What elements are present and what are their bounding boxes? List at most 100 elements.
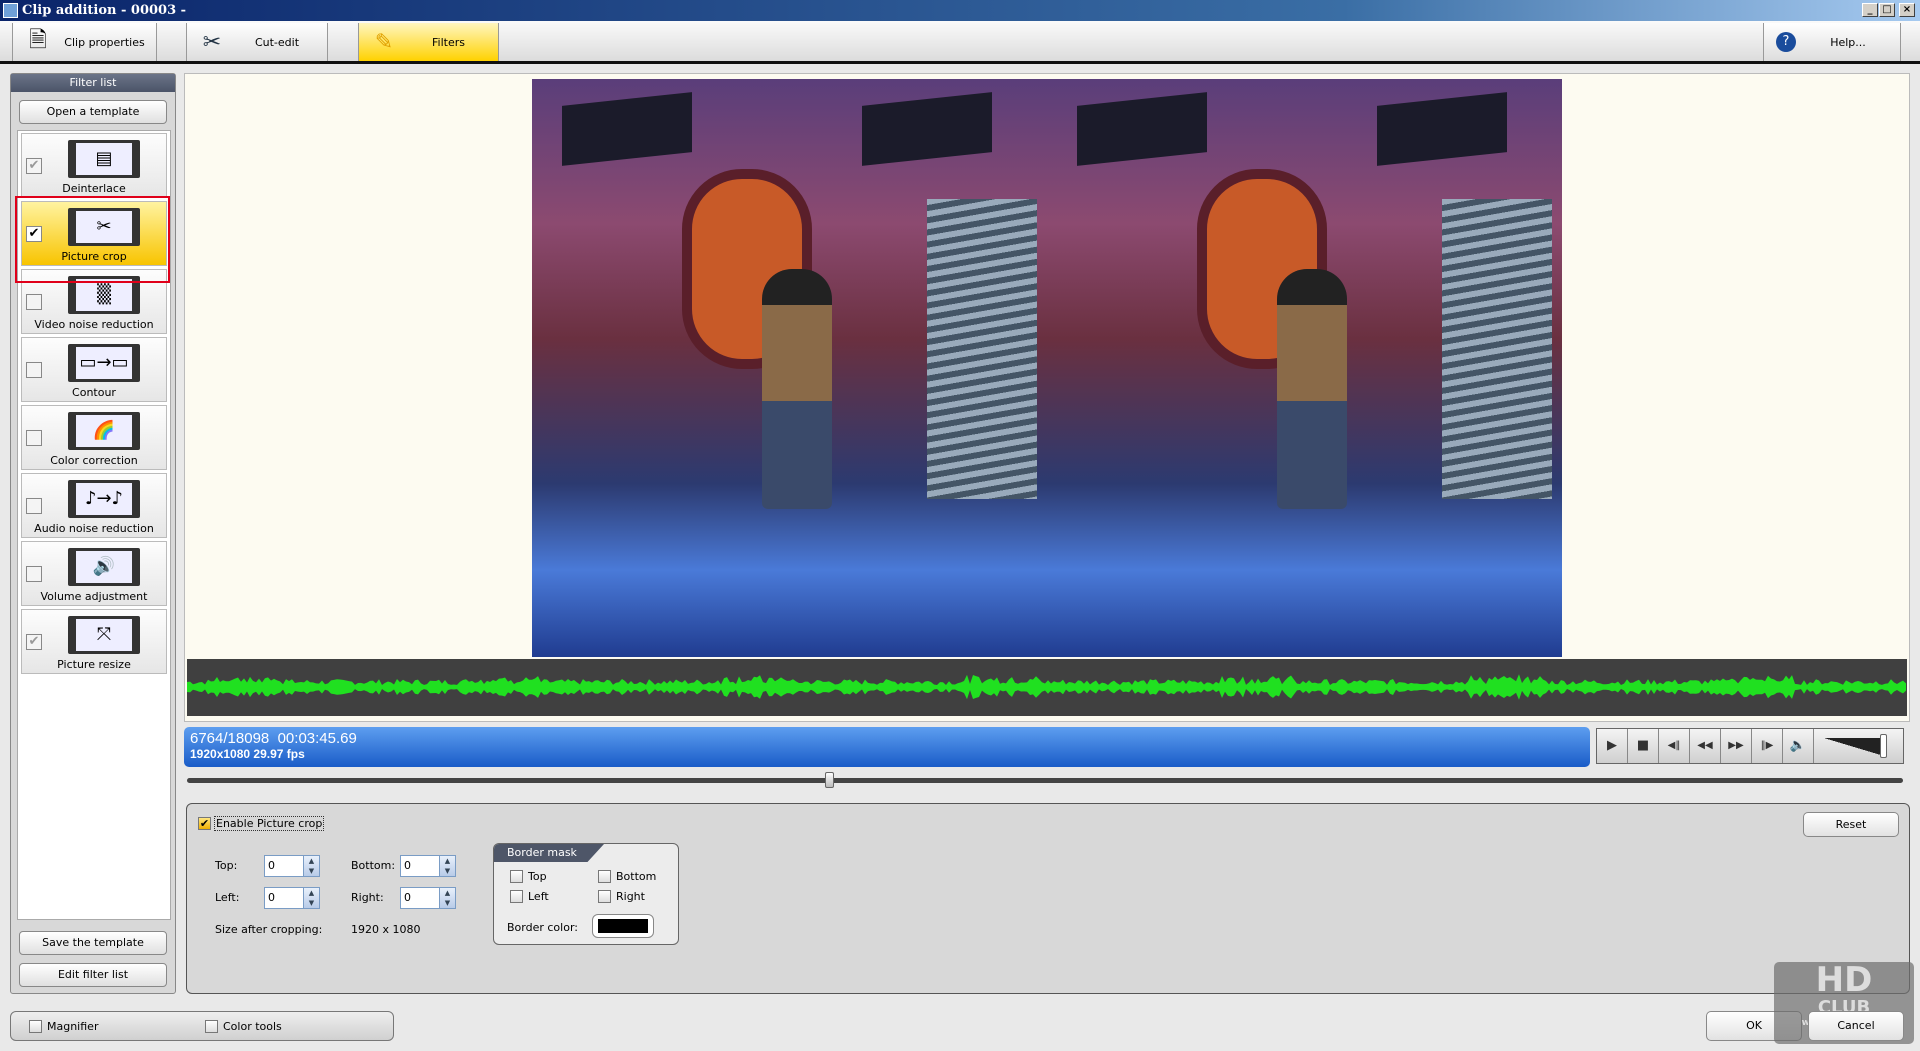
filter-icon: ✎ [374, 29, 394, 55]
seek-bar[interactable] [187, 778, 1903, 783]
right-spinner[interactable]: ▲ ▼ [439, 888, 455, 908]
border-mask-group: Border mask Top Bottom Left Right Border… [493, 843, 679, 945]
filter-item[interactable]: ✔ ▤ Deinterlace [21, 133, 167, 198]
filter-glyph: ⤧ [76, 619, 132, 651]
border-color-swatch [598, 919, 648, 933]
close-button[interactable]: × [1899, 3, 1915, 17]
enable-crop-checkbox[interactable]: ✔ [198, 817, 211, 830]
mute-button[interactable]: 🔈 [1783, 729, 1814, 763]
app-icon [3, 3, 18, 18]
audio-waveform [187, 659, 1907, 716]
maximize-button[interactable]: □ [1879, 3, 1895, 17]
filter-item[interactable]: ♪→♪ Audio noise reduction [21, 473, 167, 538]
filter-checkbox[interactable] [26, 294, 42, 310]
tab-cut-edit[interactable]: ✂ Cut-edit [186, 23, 328, 61]
mask-bottom-label: Bottom [616, 870, 657, 883]
save-template-button[interactable]: Save the template [19, 931, 167, 955]
border-mask-title: Border mask [494, 844, 604, 862]
filter-glyph: 🌈 [76, 415, 132, 447]
filter-glyph: 🔊 [76, 551, 132, 583]
play-button[interactable]: ▶ [1597, 729, 1628, 763]
filter-checkbox[interactable] [26, 498, 42, 514]
window-title: Clip addition - 00003 - [22, 3, 187, 18]
mask-left-checkbox[interactable] [510, 890, 523, 903]
size-after-cropping-label: Size after cropping: [215, 923, 323, 936]
rewind-button[interactable]: ◀◀ [1690, 729, 1721, 763]
right-input[interactable]: 0 ▲ ▼ [400, 887, 456, 909]
filter-name: Audio noise reduction [34, 522, 154, 535]
filter-icon: ▭→▭ [68, 344, 140, 382]
filter-checkbox[interactable] [26, 362, 42, 378]
border-color-label: Border color: [507, 921, 578, 934]
top-label: Top: [215, 859, 238, 872]
mask-top-label: Top [528, 870, 547, 883]
help-button[interactable]: ? Help... [1763, 23, 1901, 61]
filter-item[interactable]: 🔊 Volume adjustment [21, 541, 167, 606]
open-template-button[interactable]: Open a template [19, 100, 167, 124]
magnifier-checkbox[interactable] [29, 1020, 42, 1033]
tab-clip-properties[interactable]: 🗎 Clip properties [12, 23, 157, 61]
fast-forward-button[interactable]: ▶▶ [1721, 729, 1752, 763]
filter-name: Picture resize [57, 658, 131, 671]
top-spinner[interactable]: ▲ ▼ [303, 856, 319, 876]
bottom-tools-bar: Magnifier Color tools [10, 1011, 394, 1041]
next-frame-button[interactable]: ‖▶ [1752, 729, 1783, 763]
border-color-button[interactable] [592, 914, 654, 938]
right-label: Right: [351, 891, 384, 904]
filter-icon: ⤧ [68, 616, 140, 654]
left-input[interactable]: 0 ▲ ▼ [264, 887, 320, 909]
reset-button[interactable]: Reset [1803, 812, 1899, 837]
cancel-button[interactable]: Cancel [1808, 1011, 1904, 1041]
filter-icon: 🔊 [68, 548, 140, 586]
bottom-input[interactable]: 0 ▲ ▼ [400, 855, 456, 877]
filter-glyph: ♪→♪ [76, 483, 132, 515]
filter-checkbox[interactable]: ✔ [26, 634, 42, 650]
filter-icon: 🌈 [68, 412, 140, 450]
video-frame-right [1047, 79, 1562, 657]
minimize-button[interactable]: _ [1862, 3, 1878, 17]
video-frame-left [532, 79, 1047, 657]
transport-controls: ▶ ■ ◀‖ ◀◀ ▶▶ ‖▶ 🔈 [1596, 728, 1904, 764]
volume-knob[interactable] [1880, 734, 1887, 758]
video-preview [184, 73, 1910, 722]
filter-item[interactable]: ✔ ⤧ Picture resize [21, 609, 167, 674]
mask-top-checkbox[interactable] [510, 870, 523, 883]
mask-right-label: Right [616, 890, 645, 903]
timecode: 00:03:45.69 [277, 730, 357, 747]
help-icon: ? [1776, 32, 1796, 52]
filter-glyph: ▭→▭ [76, 347, 132, 379]
filter-checkbox[interactable] [26, 566, 42, 582]
document-icon: 🗎 [29, 28, 47, 53]
filter-checkbox[interactable] [26, 430, 42, 446]
selection-highlight [15, 196, 170, 283]
size-after-cropping-value: 1920 x 1080 [351, 923, 421, 936]
left-label: Left: [215, 891, 240, 904]
filter-item[interactable]: ▭→▭ Contour [21, 337, 167, 402]
tab-filters[interactable]: ✎ Filters [358, 23, 499, 61]
mask-bottom-checkbox[interactable] [598, 870, 611, 883]
filter-item[interactable]: 🌈 Color correction [21, 405, 167, 470]
previous-frame-button[interactable]: ◀‖ [1659, 729, 1690, 763]
frame-counter: 6764/18098 [190, 730, 270, 747]
waveform-trace [187, 674, 1906, 700]
filter-list-header: Filter list [11, 74, 175, 92]
mask-right-checkbox[interactable] [598, 890, 611, 903]
clip-info-bar: 6764/18098 00:03:45.69 1920x1080 29.97 f… [184, 727, 1590, 767]
stop-button[interactable]: ■ [1628, 729, 1659, 763]
edit-filter-list-button[interactable]: Edit filter list [19, 963, 167, 987]
filter-icon: ♪→♪ [68, 480, 140, 518]
filter-name: Volume adjustment [40, 590, 148, 603]
filter-glyph: ▒ [76, 279, 132, 311]
bottom-spinner[interactable]: ▲ ▼ [439, 856, 455, 876]
color-tools-checkbox[interactable] [205, 1020, 218, 1033]
top-input[interactable]: 0 ▲ ▼ [264, 855, 320, 877]
toolbar: 🗎 Clip properties ✂ Cut-edit ✎ Filters ? Hel… [0, 21, 1920, 64]
filter-name: Video noise reduction [34, 318, 154, 331]
filter-name: Color correction [50, 454, 138, 467]
seek-handle[interactable] [824, 772, 834, 788]
left-spinner[interactable]: ▲ ▼ [303, 888, 319, 908]
volume-slider[interactable] [1814, 729, 1903, 763]
magnifier-label: Magnifier [47, 1020, 99, 1033]
filter-checkbox[interactable]: ✔ [26, 158, 42, 174]
scissors-icon: ✂ [202, 29, 222, 55]
